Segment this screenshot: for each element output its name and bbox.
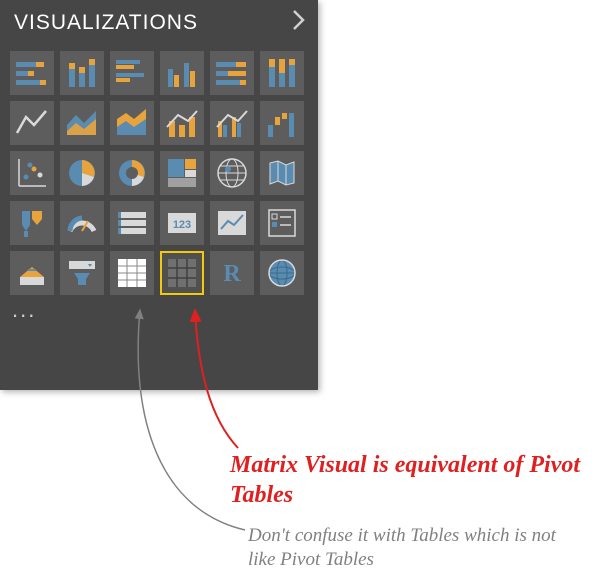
gauge-icon[interactable]	[60, 201, 104, 245]
clustered-bar-chart-icon[interactable]	[110, 51, 154, 95]
stacked-bar-chart-icon[interactable]	[10, 51, 54, 95]
waterfall-chart-icon[interactable]	[260, 101, 304, 145]
treemap-icon[interactable]	[160, 151, 204, 195]
chevron-right-icon	[292, 9, 306, 37]
svg-text:R: R	[223, 261, 241, 287]
r-script-visual-icon[interactable]: R	[210, 251, 254, 295]
panel-header[interactable]: VISUALIZATIONS	[0, 0, 318, 45]
annotation-main: Matrix Visual is equivalent of Pivot Tab…	[230, 450, 590, 510]
line-chart-icon[interactable]	[10, 101, 54, 145]
slicer-icon[interactable]	[260, 201, 304, 245]
visualizations-panel: VISUALIZATIONS	[0, 0, 318, 390]
scatter-chart-icon[interactable]	[10, 151, 54, 195]
slicer-dropdown-icon[interactable]	[60, 251, 104, 295]
more-visuals-icon[interactable]: ...	[0, 295, 318, 321]
annotation-sub: Don't confuse it with Tables which is no…	[248, 524, 588, 572]
line-clustered-column-chart-icon[interactable]	[210, 101, 254, 145]
clustered-column-chart-icon[interactable]	[160, 51, 204, 95]
filled-map-icon[interactable]	[260, 151, 304, 195]
donut-chart-icon[interactable]	[110, 151, 154, 195]
stacked-area-chart-icon[interactable]	[110, 101, 154, 145]
funnel-icon[interactable]	[10, 201, 54, 245]
line-stacked-column-chart-icon[interactable]	[160, 101, 204, 145]
visuals-grid: 123 R	[0, 45, 318, 295]
area-chart-icon[interactable]	[60, 101, 104, 145]
map-icon[interactable]	[210, 151, 254, 195]
matrix-icon[interactable]	[160, 251, 204, 295]
hundred-stacked-column-chart-icon[interactable]	[260, 51, 304, 95]
hundred-stacked-bar-chart-icon[interactable]	[210, 51, 254, 95]
arcgis-map-icon[interactable]	[260, 251, 304, 295]
combo-chart-icon[interactable]	[10, 251, 54, 295]
card-icon[interactable]: 123	[160, 201, 204, 245]
panel-title: VISUALIZATIONS	[14, 11, 198, 35]
pie-chart-icon[interactable]	[60, 151, 104, 195]
multi-row-card-icon[interactable]	[110, 201, 154, 245]
svg-text:123: 123	[173, 219, 191, 231]
stacked-column-chart-icon[interactable]	[60, 51, 104, 95]
table-icon[interactable]	[110, 251, 154, 295]
kpi-icon[interactable]	[210, 201, 254, 245]
